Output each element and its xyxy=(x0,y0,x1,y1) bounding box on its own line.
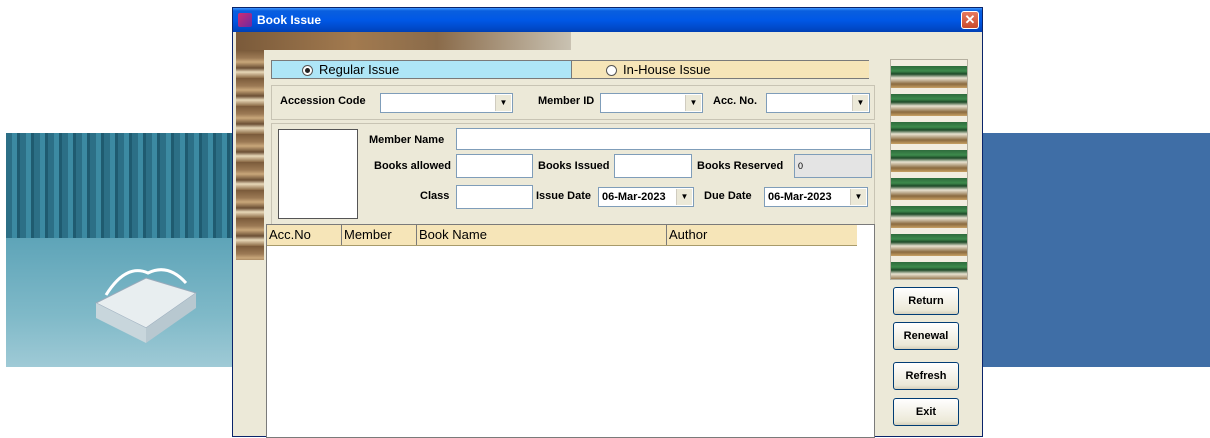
class-label: Class xyxy=(420,190,450,202)
books-allowed-field[interactable] xyxy=(456,154,533,178)
decorative-book-stack-image xyxy=(890,59,968,280)
books-issued-label: Books Issued xyxy=(538,160,610,172)
books-reserved-label: Books Reserved xyxy=(697,160,784,172)
chevron-down-icon[interactable]: ▼ xyxy=(495,95,511,111)
exit-button[interactable]: Exit xyxy=(893,398,959,426)
open-book-icon xyxy=(94,268,198,343)
lookup-group: Accession Code ▼ Member ID ▼ Acc. No. ▼ xyxy=(271,85,875,120)
chevron-down-icon[interactable]: ▼ xyxy=(850,189,866,205)
window-client-area: Regular Issue In-House Issue Accession C… xyxy=(236,32,979,438)
window-title: Book Issue xyxy=(257,13,322,27)
chevron-down-icon[interactable]: ▼ xyxy=(685,95,701,111)
accession-code-combo[interactable]: ▼ xyxy=(380,93,513,113)
refresh-button[interactable]: Refresh xyxy=(893,362,959,390)
issue-date-picker[interactable]: 06-Mar-2023 ▼ xyxy=(598,187,694,207)
acc-no-label: Acc. No. xyxy=(713,95,758,107)
desktop-blue-panel xyxy=(983,133,1210,367)
issue-date-label: Issue Date xyxy=(536,190,592,202)
table-header: Acc.No Member Book Name Author xyxy=(267,225,857,246)
accession-code-label: Accession Code xyxy=(280,95,366,107)
class-field[interactable] xyxy=(456,185,533,209)
books-icon xyxy=(238,13,252,27)
renewal-button[interactable]: Renewal xyxy=(893,322,959,350)
regular-issue-radio[interactable]: Regular Issue xyxy=(272,61,571,78)
decorative-bookshelf-left xyxy=(236,50,264,260)
column-header-author[interactable]: Author xyxy=(667,225,857,245)
due-date-picker[interactable]: 06-Mar-2023 ▼ xyxy=(764,187,868,207)
decorative-bookshelf-top xyxy=(236,32,571,50)
column-header-acc-no[interactable]: Acc.No xyxy=(267,225,342,245)
radio-unselected-icon xyxy=(606,65,617,77)
member-name-field[interactable] xyxy=(456,128,871,150)
column-header-book-name[interactable]: Book Name xyxy=(417,225,667,245)
book-issue-window: Book Issue ✕ Regular Issue In-House Issu… xyxy=(232,7,983,438)
close-button[interactable]: ✕ xyxy=(961,11,979,29)
member-id-combo[interactable]: ▼ xyxy=(600,93,703,113)
chevron-down-icon[interactable]: ▼ xyxy=(852,95,868,111)
acc-no-combo[interactable]: ▼ xyxy=(766,93,870,113)
title-bar[interactable]: Book Issue ✕ xyxy=(233,8,982,32)
books-issued-field[interactable] xyxy=(614,154,692,178)
due-date-label: Due Date xyxy=(704,190,752,202)
column-header-member[interactable]: Member xyxy=(342,225,417,245)
member-id-label: Member ID xyxy=(538,95,595,107)
member-photo xyxy=(278,129,358,219)
books-allowed-label: Books allowed xyxy=(374,160,452,172)
chevron-down-icon[interactable]: ▼ xyxy=(676,189,692,205)
member-name-label: Member Name xyxy=(369,134,445,146)
issue-form-panel: Regular Issue In-House Issue Accession C… xyxy=(266,55,875,248)
books-reserved-field: 0 xyxy=(794,154,872,178)
return-button[interactable]: Return xyxy=(893,287,959,315)
issue-type-selector: Regular Issue In-House Issue xyxy=(271,60,869,79)
issued-books-table[interactable]: Acc.No Member Book Name Author xyxy=(266,224,875,438)
inhouse-issue-radio[interactable]: In-House Issue xyxy=(571,61,869,78)
inhouse-issue-label: In-House Issue xyxy=(623,62,711,77)
regular-issue-label: Regular Issue xyxy=(319,62,400,77)
desktop-library-image xyxy=(6,133,236,367)
radio-selected-icon xyxy=(302,65,313,77)
